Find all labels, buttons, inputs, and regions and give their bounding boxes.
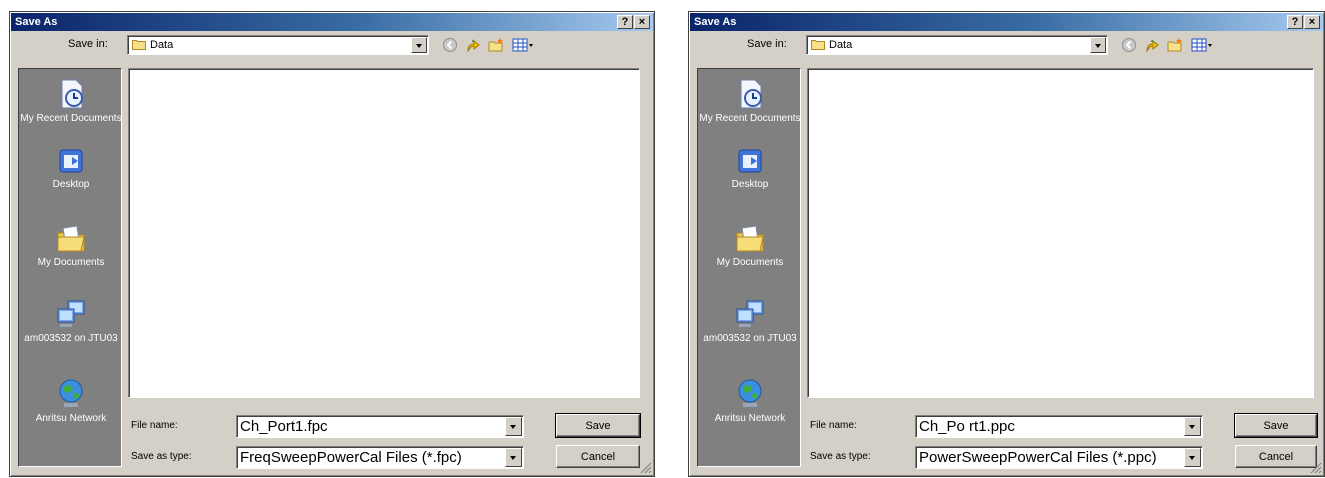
cancel-button[interactable]: Cancel — [1235, 445, 1317, 468]
save-as-type-dropdown-button[interactable] — [505, 448, 522, 467]
place-anritsu-network[interactable]: Anritsu Network — [19, 377, 123, 424]
file-name-input[interactable]: Ch_Port1.fpc — [240, 418, 328, 435]
network-computer-icon — [57, 300, 85, 327]
file-name-dropdown-button[interactable] — [505, 417, 522, 436]
save-as-type-select[interactable]: PowerSweepPowerCal Files (*.ppc) — [915, 446, 1203, 469]
resize-grip-icon[interactable] — [1310, 462, 1322, 474]
dialog-title: Save As — [694, 16, 737, 28]
place-label: My Recent Documents — [699, 113, 801, 124]
new-folder-icon[interactable] — [1167, 37, 1183, 53]
save-as-type-value: FreqSweepPowerCal Files (*.fpc) — [240, 449, 462, 466]
place-label: am003532 on JTU03 — [703, 333, 797, 344]
place-label: am003532 on JTU03 — [24, 333, 118, 344]
place-label: Desktop — [52, 179, 90, 190]
save-as-dialog-fpc: Save As ? × Save in: Data My Recent Docu… — [9, 11, 655, 477]
help-button[interactable]: ? — [1287, 15, 1303, 29]
place-my-documents[interactable]: My Documents — [698, 221, 802, 268]
save-button[interactable]: Save — [1234, 413, 1318, 438]
view-menu-icon[interactable] — [512, 37, 534, 53]
place-desktop[interactable]: Desktop — [19, 147, 123, 190]
folder-icon — [132, 40, 146, 50]
back-icon[interactable] — [442, 37, 458, 53]
place-label: My Documents — [716, 257, 784, 268]
save-in-combo[interactable]: Data — [127, 35, 429, 55]
up-folder-icon[interactable] — [1144, 37, 1160, 53]
places-bar: My Recent Documents Desktop My Documents — [697, 68, 801, 467]
my-documents-icon — [736, 225, 764, 252]
place-network-computer[interactable]: am003532 on JTU03 — [19, 297, 123, 344]
new-folder-icon[interactable] — [488, 37, 504, 53]
close-button[interactable]: × — [1304, 15, 1320, 29]
folder-icon — [811, 40, 825, 50]
place-desktop[interactable]: Desktop — [698, 147, 802, 190]
desktop-icon — [738, 149, 762, 173]
save-as-dialog-ppc: Save As ? × Save in: Data My Recent Docu… — [688, 11, 1325, 477]
place-anritsu-network[interactable]: Anritsu Network — [698, 377, 802, 424]
place-network-computer[interactable]: am003532 on JTU03 — [698, 297, 802, 344]
place-label: Anritsu Network — [714, 413, 786, 424]
place-my-recent-documents[interactable]: My Recent Documents — [698, 77, 802, 124]
save-as-type-value: PowerSweepPowerCal Files (*.ppc) — [919, 449, 1157, 466]
network-computer-icon — [736, 300, 764, 327]
save-in-label: Save in: — [68, 38, 108, 50]
place-label: My Recent Documents — [20, 113, 122, 124]
file-list[interactable] — [128, 68, 640, 398]
save-as-type-select[interactable]: FreqSweepPowerCal Files (*.fpc) — [236, 446, 524, 469]
help-button[interactable]: ? — [617, 15, 633, 29]
save-in-label: Save in: — [747, 38, 787, 50]
save-in-value: Data — [150, 39, 174, 51]
back-icon[interactable] — [1121, 37, 1137, 53]
dialog-title: Save As — [15, 16, 58, 28]
file-name-input[interactable]: Ch_Po rt1.ppc — [919, 418, 1015, 435]
file-name-label: File name: — [131, 420, 178, 431]
up-folder-icon[interactable] — [465, 37, 481, 53]
recent-documents-icon — [740, 79, 762, 109]
place-label: Desktop — [731, 179, 769, 190]
recent-documents-icon — [61, 79, 83, 109]
place-my-documents[interactable]: My Documents — [19, 221, 123, 268]
file-name-combo[interactable]: Ch_Po rt1.ppc — [915, 415, 1203, 438]
save-button[interactable]: Save — [555, 413, 641, 438]
network-globe-icon — [59, 379, 83, 407]
close-button[interactable]: × — [634, 15, 650, 29]
file-name-dropdown-button[interactable] — [1184, 417, 1201, 436]
place-label: My Documents — [37, 257, 105, 268]
place-my-recent-documents[interactable]: My Recent Documents — [19, 77, 123, 124]
view-menu-icon[interactable] — [1191, 37, 1213, 53]
save-as-type-dropdown-button[interactable] — [1184, 448, 1201, 467]
save-in-dropdown-button[interactable] — [1090, 37, 1106, 53]
save-in-combo[interactable]: Data — [806, 35, 1108, 55]
file-name-combo[interactable]: Ch_Port1.fpc — [236, 415, 524, 438]
save-as-type-label: Save as type: — [131, 451, 192, 462]
save-in-dropdown-button[interactable] — [411, 37, 427, 53]
my-documents-icon — [57, 225, 85, 252]
file-list[interactable] — [807, 68, 1314, 398]
place-label: Anritsu Network — [35, 413, 107, 424]
desktop-icon — [59, 149, 83, 173]
network-globe-icon — [738, 379, 762, 407]
places-bar: My Recent Documents Desktop My Documents — [18, 68, 122, 467]
save-as-type-label: Save as type: — [810, 451, 871, 462]
title-bar[interactable]: Save As ? × — [690, 13, 1323, 31]
cancel-button[interactable]: Cancel — [556, 445, 640, 468]
resize-grip-icon[interactable] — [640, 462, 652, 474]
file-name-label: File name: — [810, 420, 857, 431]
title-bar[interactable]: Save As ? × — [11, 13, 653, 31]
save-in-value: Data — [829, 39, 853, 51]
